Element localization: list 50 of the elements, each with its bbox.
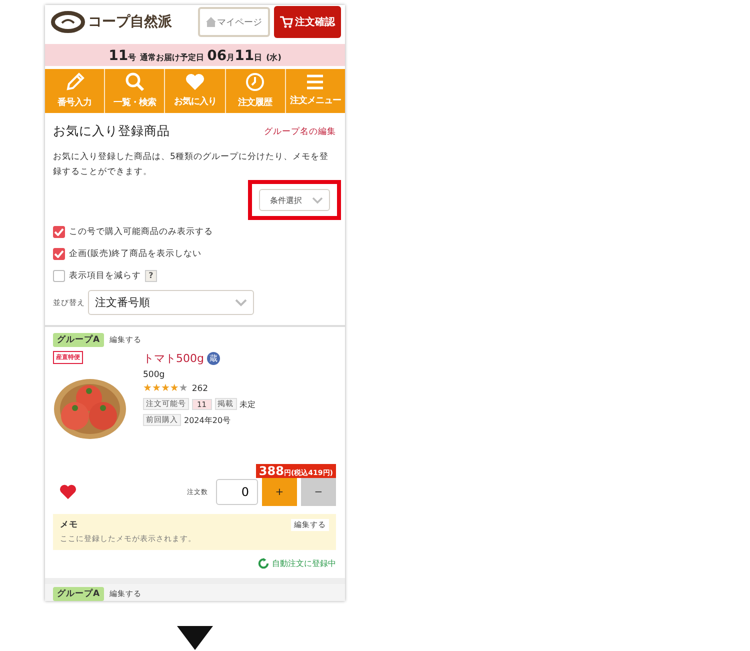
weekday: (水): [266, 52, 282, 63]
clock-icon: [245, 72, 266, 92]
checkbox[interactable]: [53, 226, 65, 238]
auto-order-status: 自動注文に登録中: [272, 558, 336, 569]
sort-dropdown[interactable]: 注文番号順: [88, 290, 254, 315]
heart-icon: [185, 73, 205, 92]
minus-button[interactable]: −: [301, 478, 336, 506]
storage-badge: 蔵: [206, 352, 220, 365]
pencil-icon: [64, 72, 85, 92]
product-name-link[interactable]: トマト500g: [143, 351, 204, 366]
refresh-icon: [258, 558, 269, 569]
delivery-day: 11: [234, 48, 254, 64]
last-purchase-value: 2024年20号: [184, 414, 231, 426]
mypage-button[interactable]: マイページ: [198, 7, 270, 38]
star-rating: ★★★★★: [143, 384, 188, 394]
listing-value: 未定: [240, 398, 256, 410]
group-tag: グループA: [53, 333, 104, 347]
day-unit: 日: [254, 52, 262, 63]
product-size: 500g: [143, 370, 166, 380]
issue-unit: 号: [128, 52, 136, 63]
filter-dropdown[interactable]: 条件選択: [259, 189, 330, 211]
month-unit: 月: [226, 52, 235, 63]
heart-icon[interactable]: [59, 484, 77, 500]
chevron-icon: [235, 298, 247, 306]
quantity-field[interactable]: 0: [216, 479, 258, 505]
group-name-edit-link[interactable]: グループ名の編集: [264, 126, 336, 138]
description-text: お気に入り登録した商品は、5種類のグループに分けたり、メモを登録することができます。: [53, 150, 330, 179]
help-button[interactable]: ?: [145, 270, 157, 282]
checkbox[interactable]: [53, 270, 65, 282]
logo-icon: [51, 11, 85, 34]
down-triangle-icon: [177, 626, 213, 650]
order-button[interactable]: 注文確認: [274, 6, 341, 38]
checkbox-label: 表示項目を減らす: [69, 270, 141, 282]
group-tag: グループA: [53, 587, 104, 601]
logo-text: コープ自然派: [88, 13, 172, 32]
issue-number: 11: [108, 48, 128, 64]
house-icon: [206, 17, 216, 28]
cart-icon: [280, 16, 293, 28]
section-title: お気に入り登録商品: [53, 123, 170, 140]
chevron-icon: [312, 196, 323, 204]
memo-title: メモ: [60, 519, 78, 531]
search-icon: [124, 72, 145, 92]
delivery-label: 通常お届け予定日: [140, 52, 204, 63]
checkbox-label: 企画(販売)終了商品を表示しない: [69, 248, 202, 260]
checkbox-label: この号で購入可能商品のみ表示する: [69, 226, 213, 238]
plus-button[interactable]: +: [262, 478, 297, 506]
checkbox[interactable]: [53, 248, 65, 260]
delivery-month: 06: [207, 48, 227, 64]
menu-icon: [306, 74, 324, 90]
review-count: 262: [192, 384, 208, 394]
